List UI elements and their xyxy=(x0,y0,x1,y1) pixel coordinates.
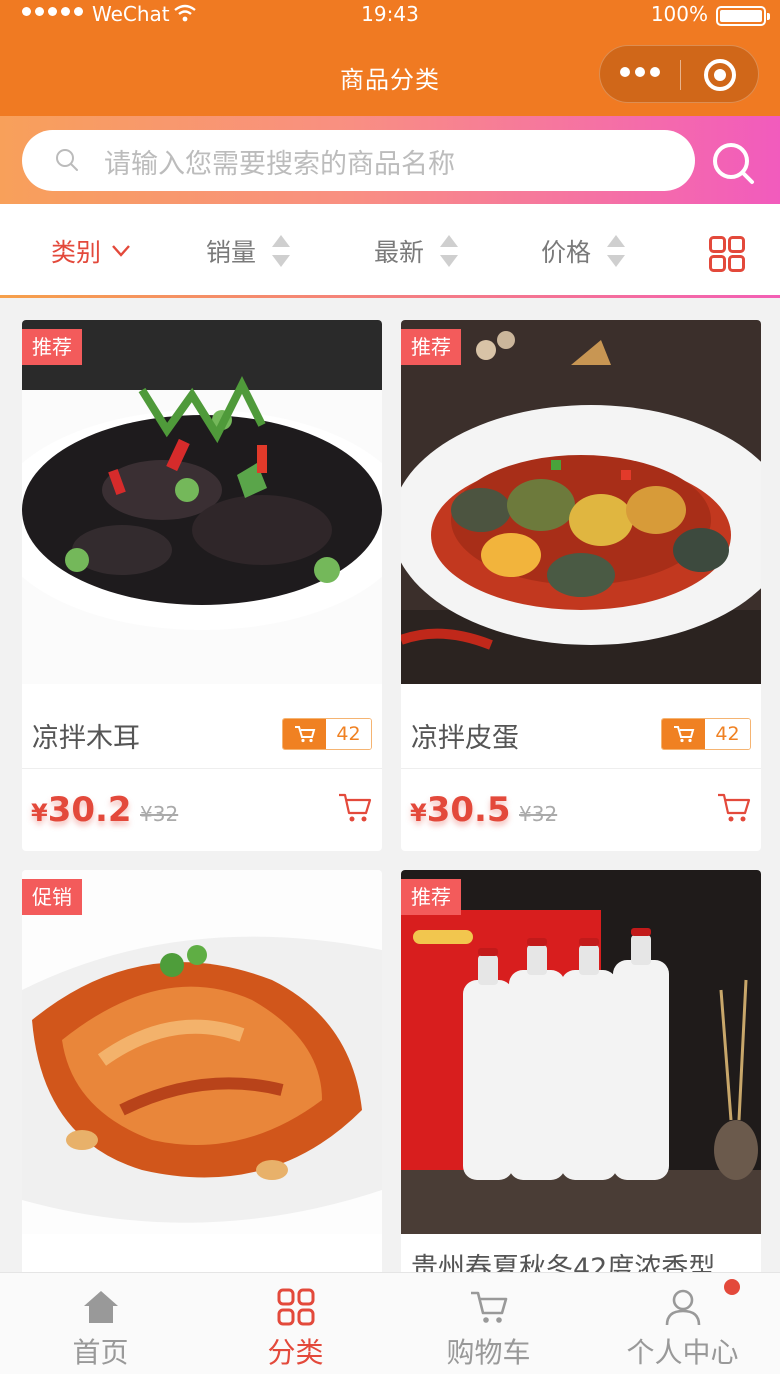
filter-bar: 类别 销量 最新 价格 xyxy=(0,204,780,298)
filter-label: 类别 xyxy=(51,238,102,267)
tab-label: 购物车 xyxy=(446,1336,531,1369)
price-currency: ¥ xyxy=(410,799,427,827)
tab-home[interactable]: 首页 xyxy=(3,1273,198,1374)
cart-icon xyxy=(471,1291,508,1323)
product-tag: 推荐 xyxy=(22,329,82,365)
cart-icon xyxy=(283,719,326,749)
battery-percent: 100% xyxy=(650,2,708,26)
cart-icon xyxy=(662,719,705,749)
price-amount: 30.5 xyxy=(426,790,511,830)
product-image xyxy=(401,870,761,1234)
navigation-bar: WeChat 19:43 100% 商品分类 xyxy=(0,0,780,116)
product-image xyxy=(22,870,382,1234)
original-price: ¥32 xyxy=(140,802,179,826)
notification-dot xyxy=(724,1279,740,1295)
card-divider xyxy=(22,768,382,769)
product-card[interactable]: 促销 xyxy=(22,870,382,1290)
search-icon xyxy=(56,149,78,171)
filter-newest[interactable]: 最新 xyxy=(374,233,459,269)
product-card[interactable]: 推荐 凉拌皮蛋 42 ¥30.5 ¥32 xyxy=(401,320,761,851)
tab-label: 个人中心 xyxy=(626,1336,739,1369)
grid-view-icon[interactable] xyxy=(709,236,745,272)
sales-badge: 42 xyxy=(282,718,372,750)
tab-profile[interactable]: 个人中心 xyxy=(585,1273,780,1374)
tab-cart[interactable]: 购物车 xyxy=(391,1273,586,1374)
product-image xyxy=(401,320,761,684)
price-currency: ¥ xyxy=(31,799,48,827)
sort-icon xyxy=(607,235,626,267)
filter-price[interactable]: 价格 xyxy=(541,233,626,269)
sales-badge: 42 xyxy=(661,718,751,750)
product-name: 凉拌皮蛋 xyxy=(411,723,519,754)
tab-bar: 首页 分类 购物车 个人中心 xyxy=(0,1272,780,1374)
capsule-divider xyxy=(680,60,681,90)
search-bar: 请输入您需要搜索的商品名称 xyxy=(0,116,780,204)
tab-category[interactable]: 分类 xyxy=(198,1273,393,1374)
home-icon xyxy=(84,1291,118,1323)
product-name: 凉拌木耳 xyxy=(32,723,140,754)
filter-sales[interactable]: 销量 xyxy=(206,233,291,269)
add-to-cart-icon[interactable] xyxy=(338,792,372,824)
product-card[interactable]: 推荐 贵州春夏秋冬42度浓香型 xyxy=(401,870,761,1290)
sort-icon xyxy=(440,235,459,267)
search-button[interactable] xyxy=(710,140,756,186)
product-tag: 推荐 xyxy=(401,329,461,365)
status-bar: WeChat 19:43 100% xyxy=(0,0,780,30)
miniprogram-capsule xyxy=(599,45,759,103)
category-grid-icon xyxy=(277,1288,315,1326)
tab-label: 分类 xyxy=(267,1336,324,1369)
filter-category[interactable]: 类别 xyxy=(51,233,131,269)
user-icon xyxy=(665,1289,701,1326)
sort-icon xyxy=(272,235,291,267)
battery-icon xyxy=(716,6,770,26)
original-price: ¥32 xyxy=(519,802,558,826)
chevron-down-icon xyxy=(112,245,130,257)
product-tag: 推荐 xyxy=(401,879,461,915)
search-input[interactable]: 请输入您需要搜索的商品名称 xyxy=(22,130,695,191)
add-to-cart-icon[interactable] xyxy=(717,792,751,824)
product-image xyxy=(22,320,382,684)
more-icon[interactable] xyxy=(620,67,660,77)
product-price: ¥30.2 xyxy=(31,790,132,830)
price-amount: 30.2 xyxy=(47,790,132,830)
filter-label: 最新 xyxy=(374,238,425,267)
close-miniprogram-icon[interactable] xyxy=(704,59,736,91)
sales-count: 42 xyxy=(705,719,750,749)
search-placeholder: 请输入您需要搜索的商品名称 xyxy=(104,149,455,180)
filter-label: 销量 xyxy=(206,238,257,267)
tab-label: 首页 xyxy=(72,1336,129,1369)
product-tag: 促销 xyxy=(22,879,82,915)
filter-label: 价格 xyxy=(541,238,592,267)
product-card[interactable]: 推荐 凉拌木耳 42 ¥30.2 ¥32 xyxy=(22,320,382,851)
product-price: ¥30.5 xyxy=(410,790,511,830)
sales-count: 42 xyxy=(326,719,371,749)
card-divider xyxy=(401,768,761,769)
